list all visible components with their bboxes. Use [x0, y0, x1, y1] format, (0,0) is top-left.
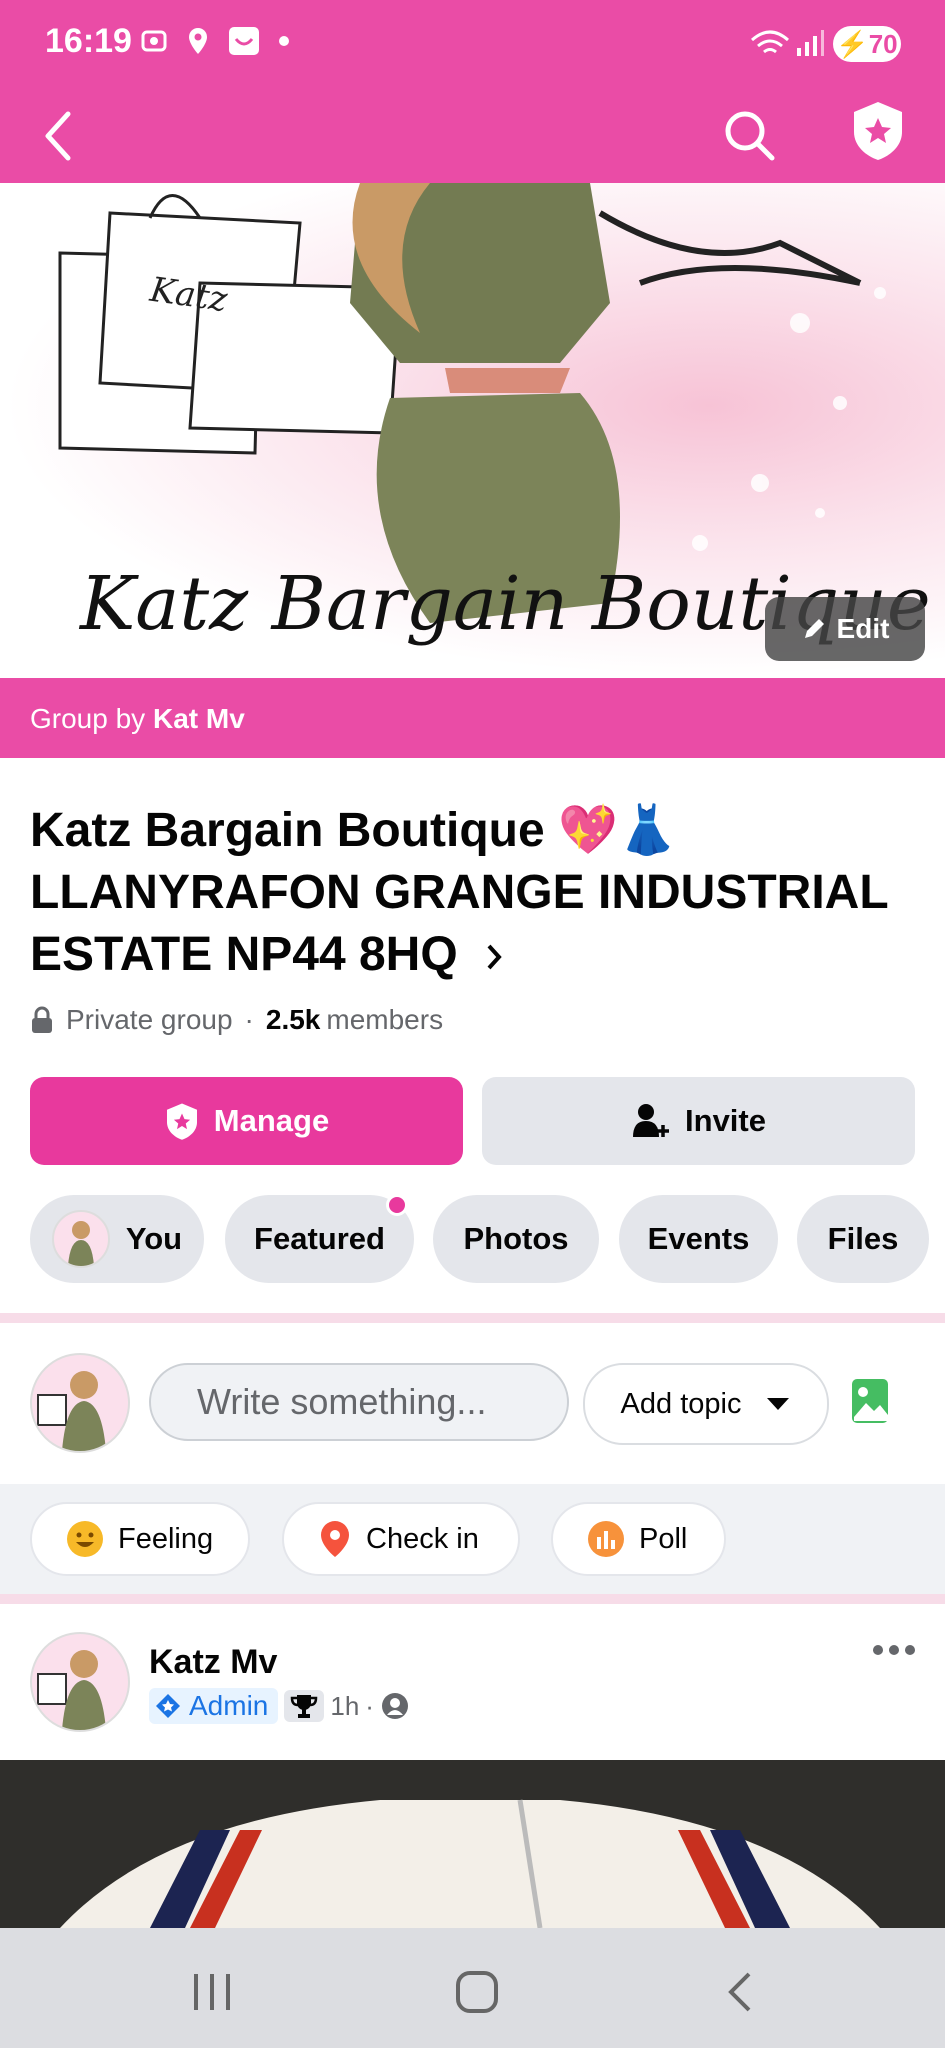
battery-level: 70	[868, 28, 898, 59]
tab-label: Events	[647, 1221, 750, 1256]
group-by-prefix: Group by	[30, 703, 146, 734]
admin-star-icon	[156, 1694, 180, 1718]
dot-icon	[279, 36, 289, 46]
group-privacy: Private group	[66, 1004, 233, 1035]
back-icon[interactable]	[725, 1970, 755, 2014]
shield-star-icon	[166, 1103, 197, 1140]
post-time: 1h	[330, 1690, 360, 1721]
group-name: Katz Bargain Boutique 💖👗 LLANYRAFON GRAN…	[30, 804, 888, 981]
section-divider	[0, 1313, 945, 1323]
admin-label: Admin	[189, 1690, 269, 1721]
smiley-icon	[67, 1521, 103, 1557]
signal-icon	[797, 30, 824, 56]
tab-featured[interactable]: Featured	[225, 1194, 414, 1283]
add-person-icon	[633, 1104, 670, 1137]
tab-label: You	[125, 1221, 183, 1256]
group-owner-link[interactable]: Kat Mv	[153, 703, 245, 735]
add-topic-dropdown[interactable]: Add topic	[583, 1363, 829, 1445]
battery-indicator: ⚡ 70	[833, 26, 901, 62]
group-meta: Private group · 2.5k members	[30, 1004, 443, 1036]
cover-photo[interactable]: Katz Katz Bargain Boutique Edit	[0, 183, 945, 678]
search-icon[interactable]	[722, 108, 776, 162]
group-members-icon	[381, 1693, 408, 1719]
notification-dot	[386, 1194, 408, 1216]
write-placeholder: Write something...	[197, 1381, 487, 1422]
status-icons	[140, 26, 290, 56]
post-image[interactable]	[0, 1760, 945, 1928]
check-in-button[interactable]: Check in	[282, 1502, 520, 1576]
trophy-icon	[291, 1695, 318, 1718]
members-count: 2.5k	[265, 1004, 321, 1035]
members-label: members	[326, 1004, 444, 1035]
wifi-icon	[751, 30, 789, 54]
invite-label: Invite	[685, 1103, 766, 1138]
manage-button[interactable]: Manage	[30, 1077, 463, 1165]
feeling-label: Feeling	[118, 1522, 214, 1555]
location-pin-icon	[321, 1521, 349, 1557]
poll-button[interactable]: Poll	[551, 1502, 726, 1576]
back-arrow-icon[interactable]	[40, 108, 76, 164]
avatar[interactable]	[30, 1353, 130, 1453]
poll-icon	[588, 1521, 624, 1557]
group-title[interactable]: Katz Bargain Boutique 💖👗 LLANYRAFON GRAN…	[30, 800, 930, 986]
admin-badge: Admin	[149, 1688, 279, 1724]
tab-label: Featured	[254, 1221, 385, 1256]
edit-cover-button[interactable]: Edit	[765, 597, 925, 661]
trophy-badge	[284, 1690, 325, 1722]
meta-separator: ·	[365, 1690, 374, 1721]
screenshot-icon	[141, 30, 167, 52]
app-header	[0, 90, 945, 183]
more-options-icon[interactable]	[870, 1640, 918, 1660]
tab-files[interactable]: Files	[797, 1195, 929, 1283]
tab-photos[interactable]: Photos	[433, 1195, 599, 1283]
tab-you[interactable]: You	[30, 1195, 204, 1283]
group-by-bar: Group by Kat Mv	[0, 678, 945, 758]
write-something-input[interactable]: Write something...	[149, 1363, 569, 1441]
status-time: 16:19	[45, 22, 132, 60]
feeling-button[interactable]: Feeling	[30, 1502, 250, 1576]
meta-separator: ·	[244, 1004, 254, 1035]
lock-icon	[32, 1006, 52, 1033]
tab-label: Photos	[463, 1221, 569, 1256]
avatar[interactable]	[30, 1632, 130, 1732]
pencil-icon	[804, 619, 824, 638]
post-author[interactable]: Katz Mv	[149, 1643, 277, 1682]
recent-apps-icon[interactable]	[190, 1972, 234, 2012]
post-meta: Admin 1h ·	[149, 1688, 410, 1724]
chevron-right-icon	[487, 944, 502, 970]
home-icon[interactable]	[455, 1970, 499, 2014]
avatar	[51, 1210, 110, 1268]
photo-icon[interactable]	[850, 1377, 890, 1425]
section-divider	[0, 1594, 945, 1604]
add-topic-label: Add topic	[620, 1387, 742, 1420]
shield-star-icon[interactable]	[850, 98, 906, 162]
edit-cover-label: Edit	[836, 613, 890, 644]
system-nav-bar	[0, 1928, 945, 2048]
tab-events[interactable]: Events	[619, 1195, 778, 1283]
manage-label: Manage	[213, 1103, 330, 1138]
app-notification-icon	[229, 27, 259, 55]
location-icon	[189, 28, 207, 54]
poll-label: Poll	[639, 1522, 688, 1555]
status-bar: 16:19 ⚡ 70	[0, 0, 945, 90]
tab-label: Files	[827, 1221, 899, 1256]
invite-button[interactable]: Invite	[482, 1077, 915, 1165]
caret-down-icon	[767, 1398, 790, 1410]
post-photo	[0, 1760, 945, 1928]
check-in-label: Check in	[366, 1522, 479, 1555]
